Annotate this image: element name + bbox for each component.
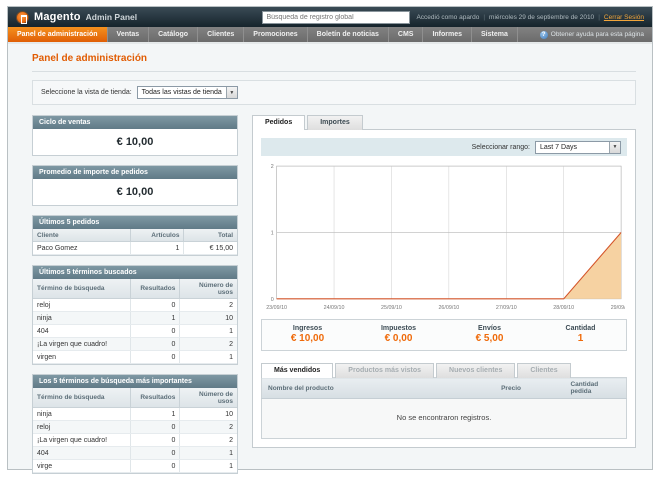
logo-text: Magento [34,11,81,23]
lifetime-sales-panel: Ciclo de ventas € 10,00 [32,115,238,156]
svg-text:24/09/10: 24/09/10 [324,305,345,311]
svg-text:26/09/10: 26/09/10 [438,305,459,311]
logo-subtitle: Admin Panel [85,12,138,22]
svg-text:23/09/10: 23/09/10 [266,305,287,311]
nav-item-dashboard[interactable]: Panel de administración [8,27,108,42]
page-title: Panel de administración [32,44,636,72]
nav-item-clientes[interactable]: Clientes [198,27,245,42]
table-row[interactable]: Paco Gomez 1 € 15,00 [33,241,237,255]
svg-text:27/09/10: 27/09/10 [496,305,517,311]
help-icon: ? [539,30,548,39]
panel-title: Los 5 términos de búsqueda más important… [33,375,237,388]
top-search-terms-panel: Los 5 términos de búsqueda más important… [32,374,238,474]
chevron-down-icon: ▼ [609,141,620,153]
svg-text:29/09/10: 29/09/10 [611,305,625,311]
separator: | [483,13,486,21]
table-row[interactable]: 404 0 1 [33,446,237,460]
average-orders-panel: Promedio de importe de pedidos € 10,00 [32,165,238,206]
table-row[interactable]: virgen 0 1 [33,350,237,364]
nav-item-catalogo[interactable]: Catálogo [149,27,199,42]
tab-pedidos[interactable]: Pedidos [252,115,306,130]
last-orders-panel: Últimos 5 pedidos Cliente Artículos Tota… [32,215,238,256]
nav-item-sistema[interactable]: Sistema [472,27,518,42]
table-row[interactable]: ¡La virgen que cuadro! 0 2 [33,337,237,351]
stat-impuestos: Impuestos € 0,00 [380,325,416,344]
average-orders-value: € 10,00 [116,186,154,198]
last-search-terms-panel: Últimos 5 términos buscados Término de b… [32,265,238,365]
orders-area-chart: 0 1 2 23/09/10 24/09/10 25/09/10 26/09/10 27/09… [266,164,631,311]
store-view-label: Seleccione la vista de tienda: [41,89,132,96]
chevron-down-icon: ▼ [225,87,237,98]
panel-title: Últimos 5 términos buscados [33,266,237,279]
tab-new-customers[interactable]: Nuevos clientes [436,363,516,378]
empty-records-message: No se encontraron registros. [261,398,627,439]
tab-most-viewed[interactable]: Productos más vistos [335,363,435,378]
dashboard-main: Pedidos Importes Seleccionar rango: Last… [252,115,636,448]
global-search-input[interactable] [262,10,411,24]
svg-text:25/09/10: 25/09/10 [381,305,402,311]
table-row[interactable]: reloj 0 2 [33,420,237,434]
nav-item-promociones[interactable]: Promociones [244,27,308,42]
range-label: Seleccionar rango: [471,143,530,151]
help-label: Obtener ayuda para esta página [550,31,644,38]
help-link[interactable]: ? Obtener ayuda para esta página [532,27,652,42]
svg-text:0: 0 [271,297,274,303]
svg-text:28/09/10: 28/09/10 [553,305,574,311]
separator: | [598,13,600,21]
tab-best-sellers[interactable]: Más vendidos [261,363,334,378]
totals-bar: Ingresos € 10,00 Impuestos € 0,00 Envíos… [261,319,627,351]
tab-importes[interactable]: Importes [307,115,363,130]
last-search-terms-table: Término de búsqueda Resultados Número de… [33,279,237,364]
logged-in-as: Accedió como apardo [416,13,480,21]
range-bar: Seleccionar rango: Last 7 Days ▼ [261,138,627,156]
store-view-bar: Seleccione la vista de tienda: Todas las… [32,80,636,105]
sidebar-stats: Ciclo de ventas € 10,00 Promedio de impo… [32,115,238,483]
top-header: Magento Admin Panel Accedió como apardo … [8,7,652,27]
nav-item-boletin[interactable]: Boletín de noticias [308,27,389,42]
magento-logo-icon [16,10,29,24]
products-grid: Nombre del producto Precio Cantidad pedi… [261,377,627,439]
nav-item-ventas[interactable]: Ventas [108,27,150,42]
table-row[interactable]: ¡La virgen que cuadro! 0 2 [33,433,237,447]
orders-chart-wrap: 0 1 2 23/09/10 24/09/10 25/09/10 26/09/10 27/09… [261,156,631,317]
table-row[interactable]: reloj 0 2 [33,298,237,312]
lifetime-sales-value: € 10,00 [116,136,154,148]
svg-text:2: 2 [271,164,274,170]
stat-cantidad: Cantidad 1 [565,325,596,344]
chart-tab-content: Seleccionar rango: Last 7 Days ▼ 0 1 2 23/0… [252,129,636,448]
table-row[interactable]: ninja 1 10 [33,407,237,421]
stat-ingresos: Ingresos € 10,00 [290,325,325,344]
stat-envios: Envíos € 5,00 [475,325,504,344]
main-nav: Panel de administración Ventas Catálogo … [8,27,652,44]
tab-customers[interactable]: Clientes [517,363,571,378]
nav-item-informes[interactable]: Informes [423,27,473,42]
range-select[interactable]: Last 7 Days ▼ [535,140,621,154]
table-row[interactable]: ninja 1 10 [33,311,237,325]
last-orders-table: Cliente Artículos Total Paco Gomez 1 € 1… [33,229,237,255]
admin-window: Magento Admin Panel Accedió como apardo … [7,6,653,474]
svg-text:1: 1 [271,230,274,236]
logout-link[interactable]: Cerrar Sesión [604,14,644,21]
top-search-terms-table: Término de búsqueda Resultados Número de… [33,388,237,473]
panel-title: Últimos 5 pedidos [33,216,237,229]
current-date: miércoles 29 de septiembre de 2010 [489,13,595,21]
table-row[interactable]: 404 0 1 [33,324,237,338]
chart-tabs: Pedidos Importes [252,115,636,130]
store-view-select[interactable]: Todas las vistas de tienda ▼ [136,86,238,99]
table-row[interactable]: virge 0 1 [33,459,237,473]
nav-item-cms[interactable]: CMS [389,27,424,42]
panel-title: Promedio de importe de pedidos [33,166,237,179]
panel-title: Ciclo de ventas [33,116,237,129]
product-tabs: Más vendidos Productos más vistos Nuevos… [261,363,627,378]
